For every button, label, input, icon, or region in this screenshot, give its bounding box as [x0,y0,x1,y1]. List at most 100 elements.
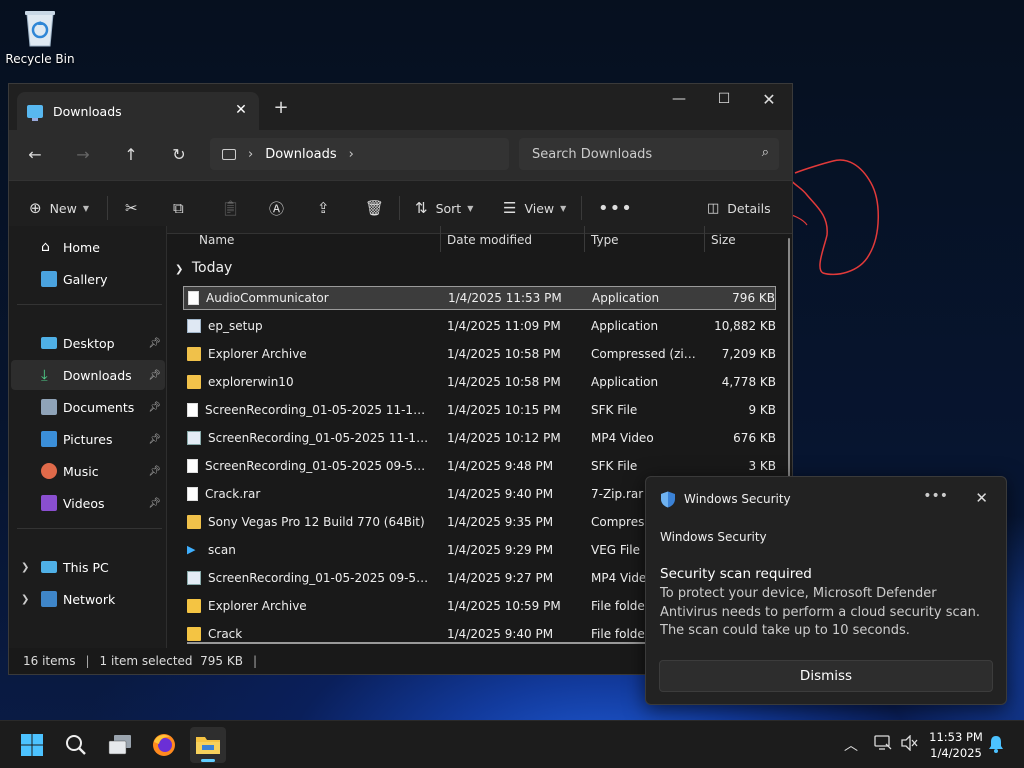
ellipsis-icon: ••• [598,197,633,219]
plus-circle-icon: ⊕ [29,199,42,217]
cut-button[interactable]: ✂ [125,196,146,220]
breadcrumb-downloads[interactable]: Downloads [265,147,336,162]
file-row[interactable]: ScreenRecording_01-05-2025 11-10-09_1...… [183,398,776,422]
windows-security-notification[interactable]: Windows Security ••• ✕ Windows Security … [645,476,1007,705]
address-bar[interactable]: › Downloads › [210,138,509,170]
column-divider[interactable] [584,226,585,252]
sidebar-item-pictures[interactable]: Pictures 📌︎ [11,424,165,454]
sidebar-item-network[interactable]: ❯ Network [11,584,165,614]
delete-button[interactable]: 🗑︎ [365,196,392,220]
pin-icon[interactable]: 📌︎ [148,370,161,381]
file-size: 676 KB [733,431,776,445]
close-tab-icon[interactable]: ✕ [231,100,251,120]
taskbar-clock[interactable]: 11:53 PM 1/4/2025 [920,729,992,761]
file-date: 1/4/2025 10:59 PM [447,599,561,613]
file-row[interactable]: ScreenRecording_01-05-2025 09-51-17_1...… [183,454,776,478]
recycle-bin-desktop-icon[interactable]: Recycle Bin [4,6,76,66]
pin-icon[interactable]: 📌︎ [148,434,161,445]
start-button[interactable] [14,727,50,763]
network-status-icon[interactable] [874,735,892,755]
new-button[interactable]: ⊕ New ▼ [29,196,89,220]
show-hidden-icons-chevron-up-icon[interactable]: ︿ [844,735,858,755]
volume-muted-icon[interactable] [900,734,918,755]
pin-icon[interactable]: 📌︎ [148,338,161,349]
rename-button[interactable]: Ⓐ [269,196,292,220]
copy-icon: ⧉ [173,199,184,217]
file-date: 1/4/2025 10:15 PM [447,403,561,417]
chevron-right-icon[interactable]: ❯ [21,594,29,605]
sidebar-item-documents[interactable]: Documents 📌︎ [11,392,165,422]
maximize-button[interactable]: ☐ [701,84,747,114]
file-row[interactable]: AudioCommunicator 1/4/2025 11:53 PM Applic… [183,286,776,310]
file-icon [187,459,198,473]
group-header-today[interactable]: ❯ Today [175,260,232,276]
more-options-button[interactable]: ••• [598,196,633,220]
share-button[interactable]: ⇪ [317,196,338,220]
this-pc-icon [41,561,57,573]
sidebar-item-downloads[interactable]: ⤓ Downloads 📌︎ [11,360,165,390]
file-row[interactable]: explorerwin10 1/4/2025 10:58 PM Applicatio… [183,370,776,394]
column-header-type[interactable]: Type [591,226,619,254]
column-header-date[interactable]: Date modified [447,226,532,254]
pin-icon[interactable]: 📌︎ [148,466,161,477]
file-size: 796 KB [732,291,775,305]
sidebar-item-home[interactable]: ⌂ Home [11,232,165,262]
share-icon: ⇪ [317,199,330,217]
file-size: 3 KB [748,459,776,473]
notification-subtitle: Windows Security [660,530,767,544]
file-row[interactable]: ep_setup 1/4/2025 11:09 PM Application 10,8… [183,314,776,338]
chevron-right-icon[interactable]: ❯ [21,562,29,573]
minimize-button[interactable]: — [656,84,702,114]
file-row[interactable]: Explorer Archive 1/4/2025 10:58 PM Compres… [183,342,776,366]
sidebar-item-music[interactable]: Music 📌︎ [11,456,165,486]
view-button[interactable]: ☰ View ▼ [503,196,566,220]
sidebar-item-label: Videos [63,495,105,511]
up-arrow-icon[interactable]: ↑ [119,143,143,167]
file-explorer-taskbar-button[interactable] [190,727,226,763]
column-divider[interactable] [704,226,705,252]
sidebar-item-gallery[interactable]: Gallery [11,264,165,294]
dismiss-button[interactable]: Dismiss [659,660,993,692]
new-tab-button[interactable]: + [269,96,293,120]
column-header-size[interactable]: Size [711,226,736,254]
file-name: AudioCommunicator [206,291,329,305]
close-icon[interactable]: ✕ [975,489,988,507]
selection-info: 1 item selected 795 KB [99,654,243,668]
sidebar-item-videos[interactable]: Videos 📌︎ [11,488,165,518]
more-options-icon[interactable]: ••• [923,488,948,504]
paste-button[interactable]: 📋︎ [221,196,248,220]
play-icon: ▶ [187,543,196,556]
pin-icon[interactable]: 📌︎ [148,402,161,413]
tab-downloads[interactable]: Downloads ✕ [17,92,259,130]
search-input[interactable]: Search Downloads ⌕ [519,138,779,170]
this-pc-icon[interactable] [222,148,236,160]
search-button[interactable] [58,727,94,763]
file-row[interactable]: ScreenRecording_01-05-2025 11-10-09_1 1/4… [183,426,776,450]
forward-arrow-icon[interactable]: → [71,143,95,167]
file-date: 1/4/2025 11:09 PM [447,319,561,333]
firefox-taskbar-button[interactable] [146,727,182,763]
close-window-button[interactable]: ✕ [746,84,792,114]
status-divider: | [85,654,90,668]
breadcrumb-chevron-icon[interactable]: › [349,147,354,162]
file-name: ScreenRecording_01-05-2025 09-51-17_1 [208,571,434,585]
details-button[interactable]: ◫ Details [707,196,771,220]
windows-logo-icon [21,734,43,756]
column-divider[interactable] [440,226,441,252]
refresh-icon[interactable]: ↻ [167,143,191,167]
recycle-bin-label: Recycle Bin [5,52,75,66]
sort-button[interactable]: ⇅ Sort ▼ [415,196,473,220]
breadcrumb-chevron-icon[interactable]: › [248,147,253,162]
back-arrow-icon[interactable]: ← [23,143,47,167]
copy-button[interactable]: ⧉ [173,196,192,220]
sidebar-item-desktop[interactable]: Desktop 📌︎ [11,328,165,358]
file-name: Explorer Archive [208,347,307,361]
network-icon [41,591,57,607]
sidebar-item-this-pc[interactable]: ❯ This PC [11,552,165,582]
file-date: 1/4/2025 9:35 PM [447,515,554,529]
notification-bell-icon[interactable] [988,735,1004,757]
chevron-down-icon: ▼ [82,203,89,213]
pin-icon[interactable]: 📌︎ [148,498,161,509]
column-header-name[interactable]: Name [199,226,234,254]
task-view-button[interactable] [102,727,138,763]
